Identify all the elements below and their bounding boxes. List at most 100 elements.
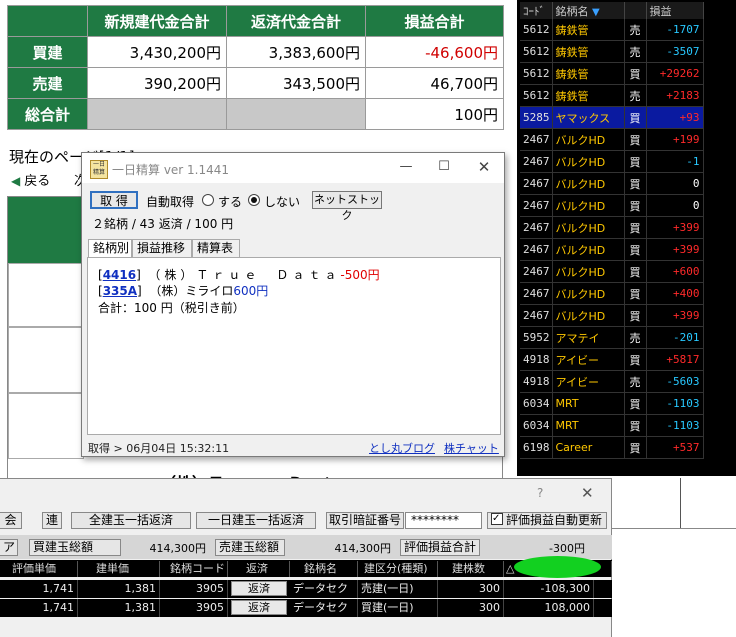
auto-fetch-off-radio[interactable] (248, 194, 260, 206)
pin-input[interactable]: ******** (405, 512, 482, 529)
auto-fetch-off-label[interactable]: しない (264, 193, 300, 210)
stock-pl: 600円 (233, 284, 269, 298)
stock-name: バルクHD (552, 128, 625, 151)
netstock-button[interactable]: ネットストック (312, 191, 382, 222)
trade-side: 売 (624, 40, 647, 63)
stock-code-link[interactable]: 335A (103, 284, 137, 298)
auto-fetch-on-radio[interactable] (202, 194, 214, 206)
col-eval-price[interactable]: 評価単価 (0, 561, 78, 577)
auto-eval-label: 評価損益自動更新 (506, 513, 603, 527)
back-link-label: 戻る (24, 174, 51, 189)
stock-name: バルクHD (552, 238, 625, 261)
stock-code: 2467 (520, 282, 553, 305)
stock-col-pl[interactable]: 損益 (646, 2, 704, 19)
position-pl: 108,000 (504, 599, 594, 617)
repay-button[interactable]: 返済 (231, 600, 287, 615)
stock-row[interactable]: 4918 アイビー買 +5817 (520, 348, 704, 371)
stock-row[interactable]: 2467 バルクHD 買 +199 (520, 128, 704, 151)
help-icon[interactable]: ? (537, 486, 543, 500)
stock-col-name[interactable]: 銘柄名 ▼ (552, 2, 625, 19)
stock-row[interactable]: 2467 バルクHD 買 -1 (520, 150, 704, 173)
stock-row[interactable]: 2467 バルクHD 買 +600 (520, 260, 704, 283)
stock-row[interactable]: 5612 鋳鉄管買 +29262 (520, 62, 704, 85)
col-stock-code[interactable]: 銘柄コード (160, 561, 228, 577)
stock-row[interactable]: 2467 バルクHD 買 0 (520, 172, 704, 195)
close-icon[interactable]: ✕ (472, 157, 496, 177)
stock-name: （株）Ｔｒｕｅ Ｄａｔａ (148, 268, 341, 282)
quantity: 300 (438, 599, 504, 617)
repay-day-positions-button[interactable]: 一日建玉一括返済 (196, 512, 316, 529)
ren-button[interactable]: 連 (42, 512, 62, 529)
stock-col-code[interactable]: ｺｰﾄﾞ (520, 2, 553, 19)
repay-all-positions-button[interactable]: 全建玉一括返済 (71, 512, 191, 529)
tab-settlement-table[interactable]: 精算表 (192, 239, 240, 257)
stock-pl: +2183 (646, 84, 704, 107)
stock-row[interactable]: 6198 Career 買 +537 (520, 436, 704, 459)
auto-eval-checkbox[interactable]: 評価損益自動更新 (487, 511, 607, 529)
stock-row[interactable]: 5612 鋳鉄管売 +2183 (520, 84, 704, 107)
stock-code: 2467 (520, 238, 553, 261)
checkbox-checked-icon[interactable] (491, 511, 503, 526)
stock-name: バルクHD (552, 194, 625, 217)
stock-pl: +5817 (646, 348, 704, 371)
stock-row[interactable]: 5952 アマテイ売 -201 (520, 326, 704, 349)
trade-side: 売 (624, 84, 647, 107)
stock-code-link[interactable]: 4416 (103, 268, 136, 282)
close-icon[interactable]: ✕ (581, 484, 594, 502)
stock-row[interactable]: 2467 バルクHD 買 +399 (520, 216, 704, 239)
trade-side: 売 (624, 326, 647, 349)
stock-code: 2467 (520, 304, 553, 327)
stock-row[interactable]: 4918 アイビー売 -5603 (520, 370, 704, 393)
trade-side: 買 (624, 216, 647, 239)
stock-row[interactable]: 6034 MRT 買 -1103 (520, 414, 704, 437)
stock-name: バルクHD (552, 150, 625, 173)
stock-name: MRT (552, 414, 625, 437)
tab-fragment[interactable]: 会 (0, 512, 22, 529)
tab-by-stock[interactable]: 銘柄別 (88, 239, 132, 258)
filter-dropdown-icon[interactable]: ▼ (592, 7, 600, 18)
col-build-price[interactable]: 建単価 (78, 561, 160, 577)
maximize-icon[interactable]: ☐ (432, 157, 456, 177)
stock-name: バルクHD (552, 304, 625, 327)
total-repay-empty (226, 98, 366, 130)
blog-link[interactable]: とし丸ブログ (369, 440, 435, 456)
buy-pl-total: -46,600円 (365, 36, 504, 68)
chart-link[interactable]: 株チャット (444, 440, 499, 456)
minimize-icon[interactable]: — (394, 157, 418, 177)
row-label-sell: 売建 (7, 67, 88, 99)
stock-name: MRT (552, 392, 625, 415)
stock-col-side[interactable] (624, 2, 647, 19)
trade-side: 買 (624, 260, 647, 283)
stock-code: 5285 (520, 106, 553, 129)
stock-code: 2467 (520, 194, 553, 217)
trade-side: 買 (624, 414, 647, 437)
stock-pl: +399 (646, 216, 704, 239)
col-build-kind[interactable]: 建区分(種類) (358, 561, 438, 577)
stock-row[interactable]: 2467 バルクHD 買 +399 (520, 238, 704, 261)
stock-pl: +400 (646, 282, 704, 305)
dialog-titlebar[interactable]: 一日精算 一日精算 ver 1.1441 — ☐ ✕ (82, 153, 504, 183)
stock-row[interactable]: 5612 鋳鉄管売 -1707 (520, 19, 704, 41)
fetch-button[interactable]: 取 得 (90, 191, 138, 209)
col-repay[interactable]: 返済 (228, 561, 290, 577)
stock-row[interactable]: 2467 バルクHD 買 +399 (520, 304, 704, 327)
stock-row[interactable]: 5612 鋳鉄管売 -3507 (520, 40, 704, 63)
trade-side: 買 (624, 172, 647, 195)
header-pl-total: 損益合計 (365, 5, 504, 37)
stock-row[interactable]: 6034 MRT 買 -1103 (520, 392, 704, 415)
stock-row[interactable]: 2467 バルクHD 買 0 (520, 194, 704, 217)
tab-pl-trend[interactable]: 損益推移 (132, 239, 192, 257)
back-arrow-icon: ◀ (11, 174, 21, 188)
stock-row[interactable]: 2467 バルクHD 買 +400 (520, 282, 704, 305)
daily-settlement-dialog: 一日精算 一日精算 ver 1.1441 — ☐ ✕ 取 得 自動取得 する し… (81, 152, 505, 457)
stock-row[interactable]: 5285 ヤマックス買 +93 (520, 106, 704, 129)
stock-name: 鋳鉄管 (552, 40, 625, 63)
col-quantity[interactable]: 建株数 (438, 561, 504, 577)
back-link[interactable]: ◀ 戻る (11, 170, 50, 189)
clear-button-fragment[interactable]: ア (0, 539, 18, 556)
repay-button[interactable]: 返済 (231, 581, 287, 596)
col-stock-name[interactable]: 銘柄名 (290, 561, 358, 577)
quantity: 300 (438, 580, 504, 598)
auto-fetch-on-label[interactable]: する (218, 193, 242, 210)
eval-price: 1,741 (0, 599, 78, 617)
